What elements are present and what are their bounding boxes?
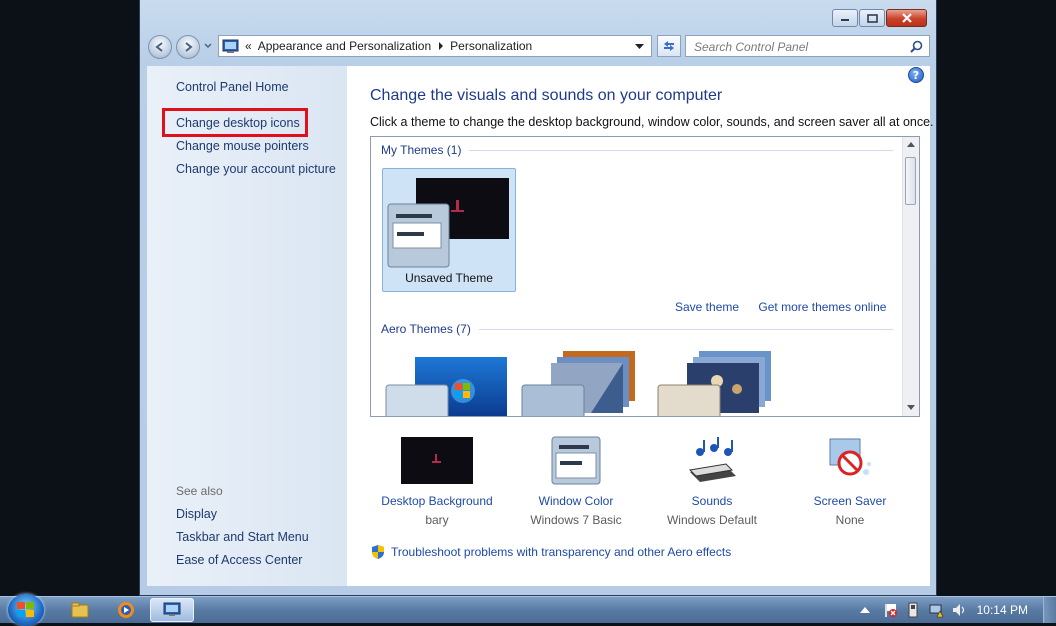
show-desktop-button[interactable] xyxy=(1043,597,1056,623)
desktop-background-item[interactable]: Desktop Background bary xyxy=(367,436,507,527)
get-more-themes-link[interactable]: Get more themes online xyxy=(758,300,886,314)
windows-logo-icon xyxy=(17,602,34,617)
save-theme-link[interactable]: Save theme xyxy=(675,300,739,314)
aero-theme-characters-tile[interactable] xyxy=(657,349,781,417)
troubleshoot-label: Troubleshoot problems with transparency … xyxy=(391,545,732,559)
navigation-bar: « Appearance and Personalization Persona… xyxy=(148,34,930,59)
see-also-ease-of-access-link[interactable]: Ease of Access Center xyxy=(176,553,302,567)
media-player-icon xyxy=(118,602,134,618)
sounds-label[interactable]: Sounds xyxy=(642,494,782,508)
screen-saver-label[interactable]: Screen Saver xyxy=(780,494,920,508)
window-color-value: Windows 7 Basic xyxy=(530,513,622,527)
forward-button[interactable] xyxy=(176,35,200,59)
window-color-item[interactable]: Window Color Windows 7 Basic xyxy=(506,436,646,527)
change-mouse-pointers-link[interactable]: Change mouse pointers xyxy=(176,139,309,153)
taskbar-control-panel-button[interactable] xyxy=(150,598,194,622)
scroll-down-icon[interactable] xyxy=(907,405,915,410)
scroll-up-icon[interactable] xyxy=(907,142,915,147)
removable-device-icon[interactable] xyxy=(905,602,921,618)
folder-icon xyxy=(71,602,89,618)
troubleshoot-link[interactable]: Troubleshoot problems with transparency … xyxy=(370,544,731,560)
my-themes-group[interactable]: My Themes (1) xyxy=(381,143,893,157)
window-color-label[interactable]: Window Color xyxy=(506,494,646,508)
desktop-background-label[interactable]: Desktop Background xyxy=(367,494,507,508)
clock[interactable]: 10:14 PM xyxy=(977,603,1028,617)
taskbar-explorer-button[interactable] xyxy=(58,598,102,622)
aero-theme-windows7-tile[interactable] xyxy=(385,353,509,417)
breadcrumb-appearance[interactable]: Appearance and Personalization xyxy=(258,39,431,53)
refresh-button[interactable] xyxy=(657,35,681,57)
minimize-button[interactable] xyxy=(832,9,858,27)
page-description: Click a theme to change the desktop back… xyxy=(370,115,934,129)
control-panel-window: « Appearance and Personalization Persona… xyxy=(139,0,937,596)
control-panel-home-link[interactable]: Control Panel Home xyxy=(176,80,289,94)
theme-actions: Save theme Get more themes online xyxy=(675,300,902,314)
search-icon[interactable] xyxy=(910,40,923,53)
address-overflow-chevron[interactable]: « xyxy=(245,39,252,53)
change-desktop-icons-link[interactable]: Change desktop icons xyxy=(176,116,300,130)
aero-theme-architecture-tile[interactable] xyxy=(521,349,645,417)
search-input[interactable] xyxy=(692,37,906,57)
screen-saver-value: None xyxy=(835,513,865,527)
sounds-value: Windows Default xyxy=(666,513,758,527)
desktop-background-icon xyxy=(401,437,473,484)
start-button[interactable] xyxy=(8,594,44,626)
breadcrumb-personalization[interactable]: Personalization xyxy=(450,39,532,53)
unsaved-theme-tile[interactable]: Unsaved Theme xyxy=(382,168,516,292)
sounds-icon xyxy=(688,437,736,482)
breadcrumb-separator-icon[interactable] xyxy=(438,42,444,50)
forward-arrow-icon xyxy=(185,42,193,52)
task-pane: Control Panel Home Change desktop icons … xyxy=(147,66,347,586)
recent-pages-chevron-icon[interactable] xyxy=(204,43,212,49)
main-pane: ? Change the visuals and sounds on your … xyxy=(347,66,934,586)
address-dropdown-icon[interactable] xyxy=(635,44,644,50)
minimize-icon xyxy=(841,19,849,21)
system-tray: 10:14 PM xyxy=(859,597,1056,623)
page-title: Change the visuals and sounds on your co… xyxy=(370,87,723,104)
desktop-background-value: bary xyxy=(425,513,449,527)
sounds-item[interactable]: Sounds Windows Default xyxy=(642,436,782,527)
volume-icon[interactable] xyxy=(951,602,967,618)
unsaved-theme-label: Unsaved Theme xyxy=(405,271,493,285)
caption-buttons xyxy=(832,9,927,27)
gallery-scrollbar[interactable] xyxy=(902,137,919,416)
see-also-heading: See also xyxy=(176,484,223,498)
screen-saver-item[interactable]: Screen Saver None xyxy=(780,436,920,527)
content-area: Control Panel Home Change desktop icons … xyxy=(147,66,934,586)
my-themes-label: My Themes (1) xyxy=(381,143,462,157)
screen-saver-icon xyxy=(829,438,871,476)
theme-preview-image xyxy=(387,178,509,268)
back-arrow-icon xyxy=(155,42,163,52)
close-button[interactable] xyxy=(886,9,927,27)
maximize-button[interactable] xyxy=(859,9,885,27)
see-also-taskbar-link[interactable]: Taskbar and Start Menu xyxy=(176,530,309,544)
back-button[interactable] xyxy=(148,35,172,59)
taskbar: 10:14 PM xyxy=(0,594,1056,626)
group-divider xyxy=(469,149,893,151)
maximize-icon xyxy=(866,13,878,23)
theme-gallery: My Themes (1) Unsaved Theme Save theme G… xyxy=(370,136,920,417)
group-divider xyxy=(478,328,893,330)
see-also-display-link[interactable]: Display xyxy=(176,507,217,521)
action-center-flag-icon[interactable] xyxy=(882,602,898,618)
taskbar-media-player-button[interactable] xyxy=(104,598,148,622)
network-warning-icon[interactable] xyxy=(928,602,944,618)
address-bar[interactable]: « Appearance and Personalization Persona… xyxy=(218,35,652,57)
refresh-icon xyxy=(664,41,674,51)
control-panel-icon xyxy=(163,602,181,616)
show-hidden-icons-icon[interactable] xyxy=(859,606,870,614)
shield-icon xyxy=(372,545,384,559)
window-color-icon xyxy=(551,436,601,485)
control-panel-icon xyxy=(222,39,239,53)
close-icon xyxy=(901,13,912,23)
scrollbar-thumb[interactable] xyxy=(905,157,916,205)
change-account-picture-link[interactable]: Change your account picture xyxy=(176,162,336,176)
search-box xyxy=(685,35,930,57)
aero-themes-label: Aero Themes (7) xyxy=(381,322,471,336)
aero-themes-group[interactable]: Aero Themes (7) xyxy=(381,322,893,336)
help-icon[interactable]: ? xyxy=(908,67,924,83)
